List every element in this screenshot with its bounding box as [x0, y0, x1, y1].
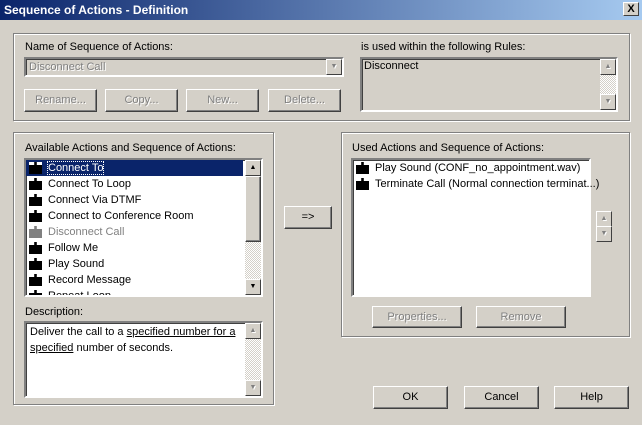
clapperboard-icon	[29, 194, 42, 206]
available-label: Available Actions and Sequence of Action…	[25, 142, 236, 154]
clapperboard-icon	[29, 178, 42, 190]
available-actions-list[interactable]: Connect To Connect To Loop Connect Via DTM…	[24, 158, 263, 297]
action-label: Connect to Conference Room	[48, 210, 194, 222]
action-label: Record Message	[48, 274, 132, 286]
clapperboard-icon	[29, 274, 42, 286]
action-label: Connect Via DTMF	[48, 194, 142, 206]
used-actions-list[interactable]: Play Sound (CONF_no_appointment.wav) Term…	[351, 158, 599, 297]
clapperboard-icon	[356, 178, 369, 190]
scroll-down-icon[interactable]: ▼	[600, 94, 616, 110]
scroll-up-icon[interactable]: ▲	[600, 59, 616, 75]
scroll-up-icon[interactable]: ▲	[245, 160, 261, 176]
rules-label: is used within the following Rules:	[361, 41, 526, 53]
used-action-item[interactable]: Terminate Call (Normal connection termin…	[353, 176, 599, 192]
copy-button[interactable]: Copy...	[105, 89, 178, 112]
help-button[interactable]: Help	[554, 386, 629, 409]
used-action-item[interactable]: Play Sound (CONF_no_appointment.wav)	[353, 160, 589, 176]
action-label: Disconnect Call	[48, 226, 125, 238]
sequence-name-value: Disconnect Call	[29, 61, 106, 73]
close-button[interactable]: X	[623, 2, 639, 16]
remove-button[interactable]: Remove	[476, 306, 566, 328]
action-label: Terminate Call (Normal connection termin…	[375, 178, 600, 190]
properties-button[interactable]: Properties...	[372, 306, 462, 328]
available-scrollbar[interactable]: ▲ ▼	[245, 160, 261, 295]
action-label: Play Sound	[48, 258, 105, 270]
description-link[interactable]: specified	[30, 342, 73, 354]
rules-scrollbar[interactable]: ▲ ▼	[600, 59, 616, 110]
rules-list[interactable]: Disconnect ▲ ▼	[360, 57, 618, 112]
available-action-item[interactable]: Connect To Loop	[26, 176, 243, 192]
available-action-item[interactable]: Follow Me	[26, 240, 243, 256]
description-text: Deliver the call to a	[30, 326, 127, 338]
scroll-up-icon[interactable]: ▲	[245, 323, 261, 339]
scroll-thumb[interactable]	[245, 176, 261, 242]
action-label: Connect To Loop	[48, 178, 131, 190]
clapperboard-icon	[29, 210, 42, 222]
clapperboard-icon	[29, 242, 42, 254]
clapperboard-icon	[29, 226, 42, 238]
move-down-button[interactable]: ▼	[596, 226, 612, 242]
chevron-down-icon[interactable]: ▼	[326, 59, 342, 75]
used-label: Used Actions and Sequence of Actions:	[352, 142, 545, 154]
action-label: Follow Me	[48, 242, 99, 254]
cancel-button[interactable]: Cancel	[464, 386, 539, 409]
description-link[interactable]: specified number for a	[127, 326, 236, 338]
ok-button[interactable]: OK	[373, 386, 448, 409]
move-up-button[interactable]: ▲	[596, 211, 612, 227]
available-action-item[interactable]: Connect To	[26, 160, 243, 176]
new-button[interactable]: New...	[186, 89, 259, 112]
action-label: Repeat Loop	[48, 290, 111, 297]
scroll-down-icon[interactable]: ▼	[245, 279, 261, 295]
available-action-item[interactable]: Play Sound	[26, 256, 243, 272]
available-action-item[interactable]: Connect Via DTMF	[26, 192, 243, 208]
window-title: Sequence of Actions - Definition	[4, 3, 189, 17]
delete-button[interactable]: Delete...	[268, 89, 341, 112]
description-label: Description:	[25, 306, 84, 318]
action-label: Connect To	[46, 161, 105, 175]
sequence-name-combobox[interactable]: Disconnect Call ▼	[24, 57, 344, 77]
description-text: number of seconds.	[73, 342, 174, 354]
clapperboard-icon	[29, 258, 42, 270]
clapperboard-icon	[29, 290, 42, 295]
description-box: Deliver the call to a specified number f…	[24, 321, 263, 398]
name-label: Name of Sequence of Actions:	[25, 41, 173, 53]
title-bar: Sequence of Actions - Definition	[0, 0, 642, 20]
available-action-item[interactable]: Disconnect Call	[26, 224, 243, 240]
available-action-item[interactable]: Record Message	[26, 272, 243, 288]
rule-item[interactable]: Disconnect	[364, 60, 614, 72]
clapperboard-icon	[356, 162, 369, 174]
action-label: Play Sound (CONF_no_appointment.wav)	[375, 162, 581, 174]
rename-button[interactable]: Rename...	[24, 89, 97, 112]
description-scrollbar[interactable]: ▲ ▼	[245, 323, 261, 396]
clapperboard-icon	[29, 162, 42, 174]
available-action-item[interactable]: Connect to Conference Room	[26, 208, 243, 224]
available-action-item[interactable]: Repeat Loop	[26, 288, 243, 297]
scroll-down-icon[interactable]: ▼	[245, 380, 261, 396]
add-action-button[interactable]: =>	[284, 206, 332, 229]
